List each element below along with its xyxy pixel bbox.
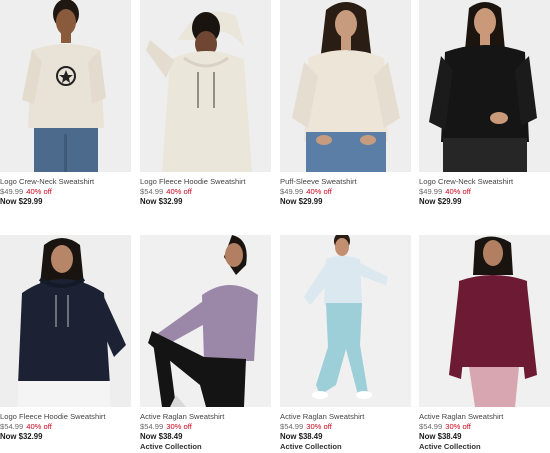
product-name[interactable]: Active Raglan Sweatshirt xyxy=(140,412,271,422)
discount-label: 40% off xyxy=(26,187,52,196)
price-line: $49.99 40% off xyxy=(419,187,550,197)
product-image[interactable] xyxy=(280,235,411,407)
product-card[interactable]: Logo Crew-Neck Sweatshirt $49.99 40% off … xyxy=(419,0,550,207)
discount-label: 40% off xyxy=(166,187,192,196)
sale-price: Now $38.49 xyxy=(140,432,183,441)
discount-label: 40% off xyxy=(445,187,471,196)
original-price: $49.99 xyxy=(419,187,443,196)
product-name[interactable]: Active Raglan Sweatshirt xyxy=(280,412,411,422)
price-line: $49.99 40% off xyxy=(280,187,411,197)
original-price: $54.99 xyxy=(140,422,164,431)
product-card[interactable]: Logo Fleece Hoodie Sweatshirt $54.99 40% … xyxy=(0,235,131,442)
product-card[interactable]: Active Raglan Sweatshirt $54.99 30% off N… xyxy=(280,235,411,452)
collection-label: Active Collection xyxy=(280,442,342,451)
discount-label: 30% off xyxy=(306,422,332,431)
product-image[interactable] xyxy=(280,0,411,172)
original-price: $54.99 xyxy=(280,422,304,431)
price-line: $54.99 30% off xyxy=(419,422,550,432)
product-image[interactable] xyxy=(140,235,271,407)
sale-price: Now $29.99 xyxy=(0,197,43,206)
product-name[interactable]: Logo Fleece Hoodie Sweatshirt xyxy=(0,412,131,422)
product-image[interactable] xyxy=(419,0,550,172)
product-name[interactable]: Puff-Sleeve Sweatshirt xyxy=(280,177,411,187)
sale-price: Now $29.99 xyxy=(280,197,323,206)
original-price: $49.99 xyxy=(0,187,24,196)
product-name[interactable]: Logo Fleece Hoodie Sweatshirt xyxy=(140,177,271,187)
product-card[interactable]: Logo Fleece Hoodie Sweatshirt $54.99 40% … xyxy=(140,0,271,207)
price-line: $49.99 40% off xyxy=(0,187,131,197)
sale-price: Now $38.49 xyxy=(280,432,323,441)
product-grid: Logo Crew-Neck Sweatshirt $49.99 40% off … xyxy=(0,0,550,453)
discount-label: 40% off xyxy=(26,422,52,431)
original-price: $49.99 xyxy=(280,187,304,196)
product-card[interactable]: Puff-Sleeve Sweatshirt $49.99 40% off Now… xyxy=(280,0,411,207)
product-name[interactable]: Logo Crew-Neck Sweatshirt xyxy=(0,177,131,187)
product-image[interactable] xyxy=(0,0,131,172)
sale-price: Now $32.99 xyxy=(0,432,43,441)
price-line: $54.99 40% off xyxy=(140,187,271,197)
discount-label: 40% off xyxy=(306,187,332,196)
product-image[interactable] xyxy=(0,235,131,407)
product-image[interactable] xyxy=(419,235,550,407)
product-name[interactable]: Logo Crew-Neck Sweatshirt xyxy=(419,177,550,187)
product-card[interactable]: Active Raglan Sweatshirt $54.99 30% off N… xyxy=(140,235,271,452)
product-card[interactable]: Active Raglan Sweatshirt $54.99 30% off N… xyxy=(419,235,550,452)
price-line: $54.99 30% off xyxy=(280,422,411,432)
product-image[interactable] xyxy=(140,0,271,172)
discount-label: 30% off xyxy=(166,422,192,431)
original-price: $54.99 xyxy=(140,187,164,196)
product-name[interactable]: Active Raglan Sweatshirt xyxy=(419,412,550,422)
collection-label: Active Collection xyxy=(419,442,481,451)
sale-price: Now $38.49 xyxy=(419,432,462,441)
original-price: $54.99 xyxy=(419,422,443,431)
price-line: $54.99 40% off xyxy=(0,422,131,432)
sale-price: Now $29.99 xyxy=(419,197,462,206)
discount-label: 30% off xyxy=(445,422,471,431)
product-card[interactable]: Logo Crew-Neck Sweatshirt $49.99 40% off … xyxy=(0,0,131,207)
collection-label: Active Collection xyxy=(140,442,202,451)
price-line: $54.99 30% off xyxy=(140,422,271,432)
original-price: $54.99 xyxy=(0,422,24,431)
sale-price: Now $32.99 xyxy=(140,197,183,206)
